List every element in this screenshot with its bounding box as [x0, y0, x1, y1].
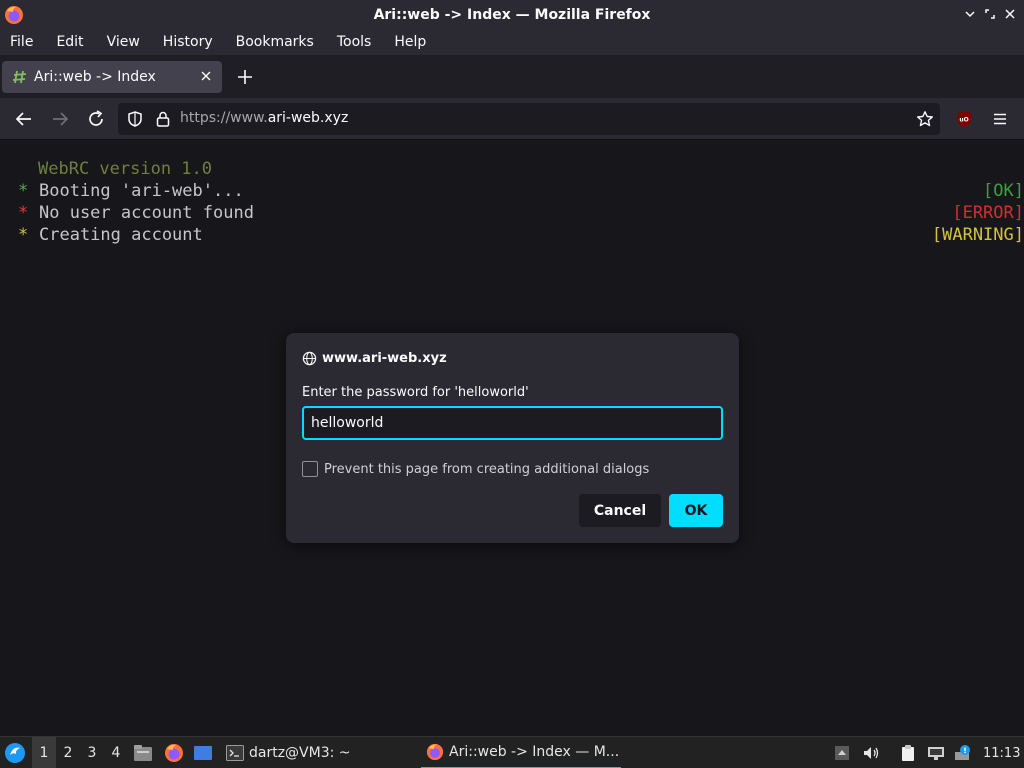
prevent-dialogs-checkbox[interactable]	[302, 461, 318, 477]
tray-notifications[interactable]	[834, 737, 852, 768]
boot-log-line: * Creating account [WARNING]	[18, 224, 1024, 246]
globe-icon	[302, 351, 317, 365]
terminal-icon	[226, 745, 244, 761]
notification-arrow-icon	[835, 746, 849, 760]
log-bullet: *	[18, 181, 29, 201]
ublock-origin-icon[interactable]: uO	[955, 110, 973, 128]
workspace-3[interactable]: 3	[80, 737, 104, 768]
log-message: Creating account	[39, 225, 203, 245]
bookmark-star-icon[interactable]	[916, 110, 934, 128]
dialog-origin: www.ari-web.xyz	[322, 350, 447, 366]
tray-network[interactable]	[927, 737, 947, 768]
tab-strip: Ari::web -> Index	[0, 55, 1024, 98]
window-titlebar: Ari::web -> Index — Mozilla Firefox	[0, 0, 1024, 29]
task-terminal[interactable]: dartz@VM3: ~	[226, 737, 406, 768]
forward-arrow-icon[interactable]	[50, 109, 70, 129]
new-tab-icon[interactable]	[236, 68, 254, 86]
log-message: No user account found	[39, 203, 254, 223]
dialog-header: www.ari-web.xyz	[302, 349, 447, 367]
menu-bookmarks[interactable]: Bookmarks	[236, 34, 314, 50]
clock[interactable]: 11:13	[983, 737, 1021, 768]
firefox-launcher[interactable]	[164, 737, 186, 768]
log-status: [ERROR]	[952, 203, 1024, 223]
dialog-prompt-text: Enter the password for 'helloworld'	[302, 385, 529, 400]
file-manager-launcher[interactable]	[133, 737, 155, 768]
desktop-icon	[194, 746, 212, 760]
launcher-icon	[5, 743, 25, 763]
task-terminal-label: dartz@VM3: ~	[249, 745, 351, 761]
menu-tools[interactable]: Tools	[337, 34, 372, 50]
workspace-4[interactable]: 4	[104, 737, 128, 768]
prevent-dialogs-label[interactable]: Prevent this page from creating addition…	[324, 462, 649, 477]
desktop-launcher[interactable]	[193, 737, 215, 768]
restore-button[interactable]	[982, 6, 998, 22]
menu-history[interactable]: History	[163, 34, 213, 50]
log-bullet: *	[18, 203, 29, 223]
firefox-icon	[5, 6, 23, 24]
tray-clipboard[interactable]	[899, 737, 919, 768]
svg-text:uO: uO	[959, 117, 968, 124]
menu-help[interactable]: Help	[394, 34, 426, 50]
minimize-button[interactable]	[962, 6, 978, 22]
taskbar: 1234 dartz@VM3: ~ Ari::web -> Index — M.…	[0, 736, 1024, 768]
menu-file[interactable]: File	[10, 34, 33, 50]
password-prompt-dialog: www.ari-web.xyz Enter the password for '…	[286, 333, 739, 543]
lock-icon[interactable]	[154, 110, 172, 128]
app-launcher-button[interactable]	[4, 737, 28, 768]
tab-ari-web-index[interactable]: Ari::web -> Index	[2, 61, 222, 93]
firefox-icon	[426, 743, 444, 761]
reload-icon[interactable]	[86, 109, 106, 129]
boot-log-line: * Booting 'ari-web'... [OK]	[18, 180, 1024, 202]
log-bullet: *	[18, 225, 29, 245]
menubar: File Edit View History Bookmarks Tools Help	[0, 29, 1024, 55]
log-status: [OK]	[983, 181, 1024, 201]
volume-icon	[864, 747, 879, 759]
boot-log-line: * No user account found [ERROR]	[18, 202, 1024, 224]
hamburger-menu-icon[interactable]	[991, 110, 1009, 128]
ok-button[interactable]: OK	[669, 494, 723, 527]
tray-volume[interactable]	[862, 737, 882, 768]
close-window-button[interactable]	[1002, 6, 1018, 22]
restore-icon	[985, 9, 995, 19]
workspace-1[interactable]: 1	[32, 737, 56, 768]
url-bar[interactable]: https://www.ari-web.xyz	[118, 103, 940, 135]
url-text[interactable]: https://www.ari-web.xyz	[180, 110, 348, 126]
minimize-icon	[965, 11, 975, 18]
url-prefix: https://www.	[180, 110, 268, 126]
navigation-toolbar: https://www.ari-web.xyz uO	[0, 98, 1024, 140]
clipboard-icon	[902, 745, 914, 761]
workspace-2[interactable]: 2	[56, 737, 80, 768]
file-manager-icon	[134, 745, 152, 761]
password-input[interactable]	[302, 406, 723, 440]
menu-view[interactable]: View	[107, 34, 140, 50]
url-host: ari-web.xyz	[267, 110, 349, 126]
window-title: Ari::web -> Index — Mozilla Firefox	[373, 6, 651, 23]
log-message: Booting 'ari-web'...	[39, 181, 244, 201]
log-status: [WARNING]	[931, 225, 1024, 245]
update-info-icon	[955, 745, 970, 760]
hash-favicon-icon	[12, 70, 27, 84]
network-icon	[928, 747, 944, 760]
task-firefox-label: Ari::web -> Index — M...	[449, 744, 620, 760]
close-tab-icon[interactable]	[198, 68, 214, 84]
version-line: WebRC version 1.0	[38, 159, 212, 179]
firefox-icon	[165, 744, 183, 762]
cancel-button[interactable]: Cancel	[579, 494, 661, 527]
tab-label: Ari::web -> Index	[34, 69, 156, 85]
tray-updates[interactable]	[954, 737, 974, 768]
prevent-dialogs-row[interactable]: Prevent this page from creating addition…	[302, 461, 649, 477]
back-arrow-icon[interactable]	[14, 109, 34, 129]
tracking-shield-icon[interactable]	[126, 110, 144, 128]
task-firefox[interactable]: Ari::web -> Index — M...	[421, 737, 621, 768]
menu-edit[interactable]: Edit	[56, 34, 83, 50]
close-icon	[1005, 9, 1015, 19]
